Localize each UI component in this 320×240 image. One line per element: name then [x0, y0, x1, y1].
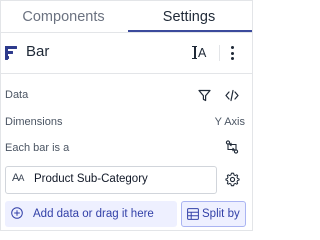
divider [219, 45, 220, 61]
active-tab-indicator [128, 30, 252, 32]
dimension-field[interactable]: AA Product Sub-Category [5, 166, 217, 194]
dimensions-label: Dimensions [5, 116, 63, 128]
split-by-button[interactable]: Split by [181, 201, 246, 227]
split-by-label: Split by [202, 208, 240, 220]
chart-type-row: Bar A [1, 33, 252, 74]
text-type-icon: AA [12, 172, 24, 184]
table-icon [187, 208, 199, 220]
data-section-label: Data [5, 89, 29, 101]
tab-bar: Components Settings [1, 1, 252, 33]
swap-axes-icon[interactable] [225, 140, 239, 154]
gear-icon[interactable] [225, 172, 240, 187]
dimensions-axis-label: Y Axis [214, 116, 245, 128]
add-data-button[interactable]: Add data or drag it here [5, 201, 177, 227]
add-circle-icon [11, 207, 23, 219]
tab-settings[interactable]: Settings [126, 1, 252, 32]
filter-icon[interactable] [198, 89, 211, 102]
tab-components[interactable]: Components [1, 1, 126, 32]
more-options-icon[interactable] [230, 46, 234, 60]
text-size-icon[interactable]: A [192, 45, 211, 61]
chart-type-name[interactable]: Bar [26, 43, 49, 60]
add-data-label: Add data or drag it here [33, 208, 154, 220]
each-bar-label: Each bar is a [5, 142, 70, 154]
settings-panel: Components Settings Bar A Data Dimension… [0, 0, 253, 231]
dimension-field-value: Product Sub-Category [34, 173, 148, 185]
code-icon[interactable] [225, 89, 239, 102]
bar-chart-icon [5, 46, 17, 60]
